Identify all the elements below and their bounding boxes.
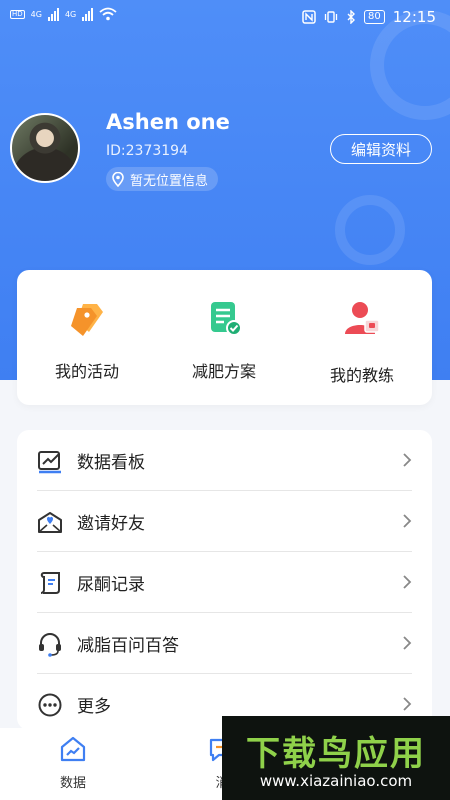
menu-item-label: 减脂百问百答 xyxy=(77,636,179,656)
invite-envelope-icon xyxy=(38,512,62,533)
signal-icon xyxy=(82,7,94,21)
watermark-banner: 下载鸟应用 www.xiazainiao.com xyxy=(222,716,450,800)
chevron-right-icon xyxy=(403,697,412,711)
tab-label: 数据 xyxy=(59,776,86,791)
quick-action-label: 我的活动 xyxy=(54,362,119,381)
username: Ashen one xyxy=(106,110,230,134)
plan-document-icon xyxy=(211,302,242,336)
chart-board-icon xyxy=(38,451,61,474)
menu-item-label: 邀请好友 xyxy=(77,514,145,534)
quick-action-coach[interactable]: 我的教练 xyxy=(302,298,422,386)
record-scroll-icon xyxy=(40,572,60,594)
chevron-right-icon xyxy=(403,514,412,528)
watermark-title: 下载鸟应用 xyxy=(246,734,426,774)
quick-actions-card: 我的活动 减肥方案 我的教练 xyxy=(17,270,432,405)
hd-icon: HD xyxy=(10,9,25,19)
bluetooth-icon xyxy=(347,10,356,24)
quick-action-label: 减肥方案 xyxy=(191,362,256,381)
nfc-icon xyxy=(302,10,316,24)
watermark-url: www.xiazainiao.com xyxy=(259,772,413,790)
chevron-right-icon xyxy=(403,453,412,467)
edit-profile-button[interactable]: 编辑资料 xyxy=(330,134,432,164)
signal-icon xyxy=(47,7,59,21)
menu-item-data-board[interactable]: 数据看板 xyxy=(17,430,432,491)
menu-item-faq[interactable]: 减脂百问百答 xyxy=(17,613,432,674)
decorative-ring xyxy=(335,195,405,265)
coach-user-icon xyxy=(345,302,380,334)
location-pin-icon xyxy=(112,171,124,187)
wifi-icon xyxy=(99,7,117,21)
chevron-right-icon xyxy=(403,636,412,650)
menu-item-label: 数据看板 xyxy=(77,453,145,473)
quick-action-activities[interactable]: 我的活动 xyxy=(27,298,147,382)
network-type-label: 4G xyxy=(30,9,42,19)
chevron-right-icon xyxy=(403,575,412,589)
menu-item-label: 尿酮记录 xyxy=(77,575,145,595)
tags-icon xyxy=(71,304,103,336)
more-dots-icon xyxy=(38,693,62,717)
vibrate-icon xyxy=(324,11,338,23)
menu-item-ketone-record[interactable]: 尿酮记录 xyxy=(17,552,432,613)
battery-icon: 80 xyxy=(364,10,385,24)
home-chart-icon xyxy=(60,736,86,762)
quick-action-label: 我的教练 xyxy=(329,366,394,385)
menu-item-invite-friends[interactable]: 邀请好友 xyxy=(17,491,432,552)
headset-icon xyxy=(39,633,61,657)
clock: 12:15 xyxy=(392,8,436,26)
location-text: 暂无位置信息 xyxy=(130,173,209,189)
menu-item-label: 更多 xyxy=(77,697,111,717)
network-type-label: 4G xyxy=(64,9,77,19)
avatar[interactable] xyxy=(10,113,80,183)
status-bar: HD 4G 4G 80 12:15 xyxy=(0,0,450,34)
tab-data[interactable]: 数据 xyxy=(43,734,103,791)
location-badge[interactable]: 暂无位置信息 xyxy=(106,167,219,191)
user-id: ID:2373194 xyxy=(106,143,188,159)
quick-action-plan[interactable]: 减肥方案 xyxy=(164,298,284,382)
menu-list: 数据看板 邀请好友 尿酮记录 减脂百问百答 更多 xyxy=(17,430,432,730)
